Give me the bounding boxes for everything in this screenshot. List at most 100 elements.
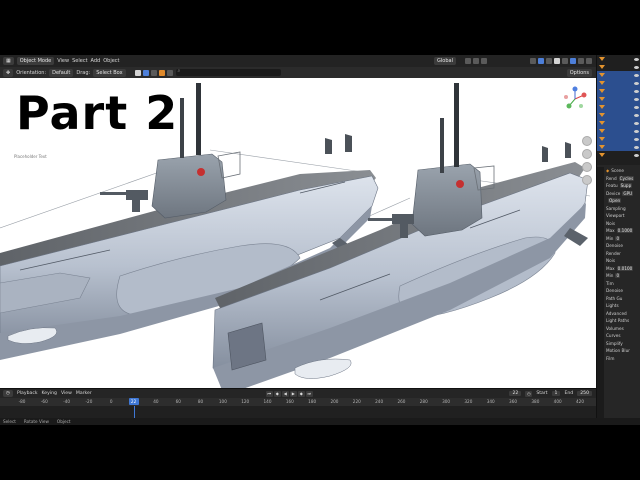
visibility-eye-icon[interactable] bbox=[634, 145, 639, 149]
menu-timeline-view[interactable]: View bbox=[61, 391, 72, 396]
scene-label: Scene bbox=[611, 168, 625, 174]
outliner-row[interactable] bbox=[597, 151, 640, 159]
select-subtract-icon[interactable] bbox=[150, 69, 157, 76]
orientation-dropdown[interactable]: Default bbox=[49, 68, 74, 77]
visibility-eye-icon[interactable] bbox=[634, 105, 639, 109]
prev-key-icon[interactable]: ◆ bbox=[273, 390, 281, 397]
transform-orientation-dropdown[interactable]: Global bbox=[434, 57, 456, 65]
playhead-frame-indicator[interactable]: 22 bbox=[128, 398, 139, 405]
camera-view-icon[interactable] bbox=[582, 162, 592, 172]
outliner-row[interactable] bbox=[597, 71, 640, 79]
rendered-shading-icon[interactable] bbox=[586, 58, 592, 64]
3d-viewport[interactable]: Part 2 Placeholder Text bbox=[0, 78, 596, 408]
property-label: Denoise bbox=[606, 288, 623, 294]
visibility-eye-icon[interactable] bbox=[634, 73, 639, 77]
object-data-icon bbox=[599, 81, 605, 85]
outliner-row[interactable] bbox=[597, 79, 640, 87]
outliner-row[interactable] bbox=[597, 135, 640, 143]
property-value[interactable]: 0 bbox=[615, 235, 621, 241]
property-value[interactable]: Open bbox=[608, 198, 622, 204]
visibility-eye-icon[interactable] bbox=[634, 81, 639, 85]
visibility-eye-icon[interactable] bbox=[634, 129, 639, 133]
outliner-row[interactable] bbox=[597, 143, 640, 151]
property-label: Tim bbox=[606, 280, 614, 286]
outliner-row[interactable] bbox=[597, 87, 640, 95]
select-intersect-icon[interactable] bbox=[166, 69, 173, 76]
visibility-eye-icon[interactable] bbox=[634, 97, 639, 101]
object-data-icon bbox=[599, 137, 605, 141]
select-new-icon[interactable] bbox=[134, 69, 141, 76]
blender-window: ▦ Object Mode View Select Add Object Glo… bbox=[0, 55, 640, 425]
menu-view[interactable]: View bbox=[57, 58, 69, 64]
outliner-row[interactable] bbox=[597, 95, 640, 103]
xray-icon[interactable] bbox=[554, 58, 560, 64]
mode-dropdown[interactable]: Object Mode bbox=[16, 57, 55, 65]
visibility-eye-icon[interactable] bbox=[634, 121, 639, 125]
end-frame-field[interactable]: 250 bbox=[577, 391, 592, 396]
gizmo-toggle-icon[interactable] bbox=[538, 58, 544, 64]
menu-playback[interactable]: Playback bbox=[17, 391, 38, 396]
property-value[interactable]: Cycles bbox=[618, 175, 635, 181]
property-value[interactable]: 0 bbox=[615, 273, 621, 279]
snap-icon[interactable] bbox=[473, 58, 479, 64]
visibility-icon[interactable] bbox=[530, 58, 536, 64]
material-shading-icon[interactable] bbox=[578, 58, 584, 64]
properties-tabs[interactable] bbox=[597, 167, 604, 425]
visibility-eye-icon[interactable] bbox=[634, 57, 639, 61]
menu-select[interactable]: Select bbox=[72, 58, 87, 64]
object-data-icon bbox=[599, 113, 605, 117]
menu-add[interactable]: Add bbox=[91, 58, 101, 64]
current-frame-field[interactable]: 22 bbox=[509, 391, 522, 396]
outliner-row[interactable] bbox=[597, 111, 640, 119]
navigation-gizmo[interactable] bbox=[562, 86, 588, 112]
menu-object[interactable]: Object bbox=[103, 58, 119, 64]
frame-tick-label: 240 bbox=[375, 399, 384, 404]
property-label: Rend bbox=[606, 175, 617, 181]
zoom-icon[interactable] bbox=[582, 136, 592, 146]
timeline-editor-icon[interactable]: ◷ bbox=[3, 390, 14, 397]
outliner-row[interactable] bbox=[597, 63, 640, 71]
pan-icon[interactable] bbox=[582, 149, 592, 159]
frame-ruler[interactable]: -80 -60 -40 -20 0 22 40 60 80 100 120 140 160 180 200 2… bbox=[0, 398, 596, 406]
visibility-eye-icon[interactable] bbox=[634, 113, 639, 117]
visibility-eye-icon[interactable] bbox=[634, 89, 639, 93]
jump-end-icon[interactable]: ⏭ bbox=[305, 390, 313, 397]
outliner-row[interactable] bbox=[597, 119, 640, 127]
perspective-toggle-icon[interactable] bbox=[582, 175, 592, 185]
menu-keying[interactable]: Keying bbox=[42, 391, 57, 396]
wireframe-shading-icon[interactable] bbox=[562, 58, 568, 64]
solid-shading-icon[interactable] bbox=[570, 58, 576, 64]
menu-marker[interactable]: Marker bbox=[76, 391, 92, 396]
drag-dropdown[interactable]: Select Box bbox=[93, 68, 126, 77]
visibility-eye-icon[interactable] bbox=[634, 153, 639, 157]
play-reverse-icon[interactable]: ◀ bbox=[281, 390, 289, 397]
property-value[interactable]: Supp bbox=[619, 183, 633, 189]
visibility-eye-icon[interactable] bbox=[634, 137, 639, 141]
visibility-eye-icon[interactable] bbox=[634, 65, 639, 69]
timeline-track[interactable] bbox=[0, 406, 596, 418]
outliner-row[interactable] bbox=[597, 127, 640, 135]
property-value[interactable]: GPU bbox=[622, 190, 634, 196]
transform-tool-icon[interactable]: ✥ bbox=[3, 68, 14, 77]
next-key-icon[interactable]: ◆ bbox=[297, 390, 305, 397]
search-input[interactable] bbox=[175, 68, 281, 76]
outliner-row[interactable] bbox=[597, 55, 640, 63]
jump-start-icon[interactable]: ⏮ bbox=[265, 390, 273, 397]
property-value[interactable]: 0.1000 bbox=[616, 228, 634, 234]
play-icon[interactable]: ▶ bbox=[289, 390, 297, 397]
object-data-icon bbox=[599, 105, 605, 109]
pivot-icon[interactable] bbox=[465, 58, 471, 64]
deck-gun-left bbox=[100, 190, 148, 212]
property-label: Nois bbox=[606, 258, 616, 264]
start-frame-field[interactable]: 1 bbox=[551, 391, 561, 396]
frame-tick-label: 120 bbox=[241, 399, 250, 404]
preview-range-icon[interactable]: ◷ bbox=[525, 390, 533, 397]
overlay-icon[interactable] bbox=[546, 58, 552, 64]
outliner-row[interactable] bbox=[597, 103, 640, 111]
select-extend-icon[interactable] bbox=[142, 69, 149, 76]
property-value[interactable]: 0.0100 bbox=[616, 265, 634, 271]
editor-type-button[interactable]: ▦ bbox=[3, 57, 14, 65]
proportional-edit-icon[interactable] bbox=[481, 58, 487, 64]
options-dropdown[interactable]: Options bbox=[566, 68, 592, 77]
select-invert-icon[interactable] bbox=[158, 69, 165, 76]
